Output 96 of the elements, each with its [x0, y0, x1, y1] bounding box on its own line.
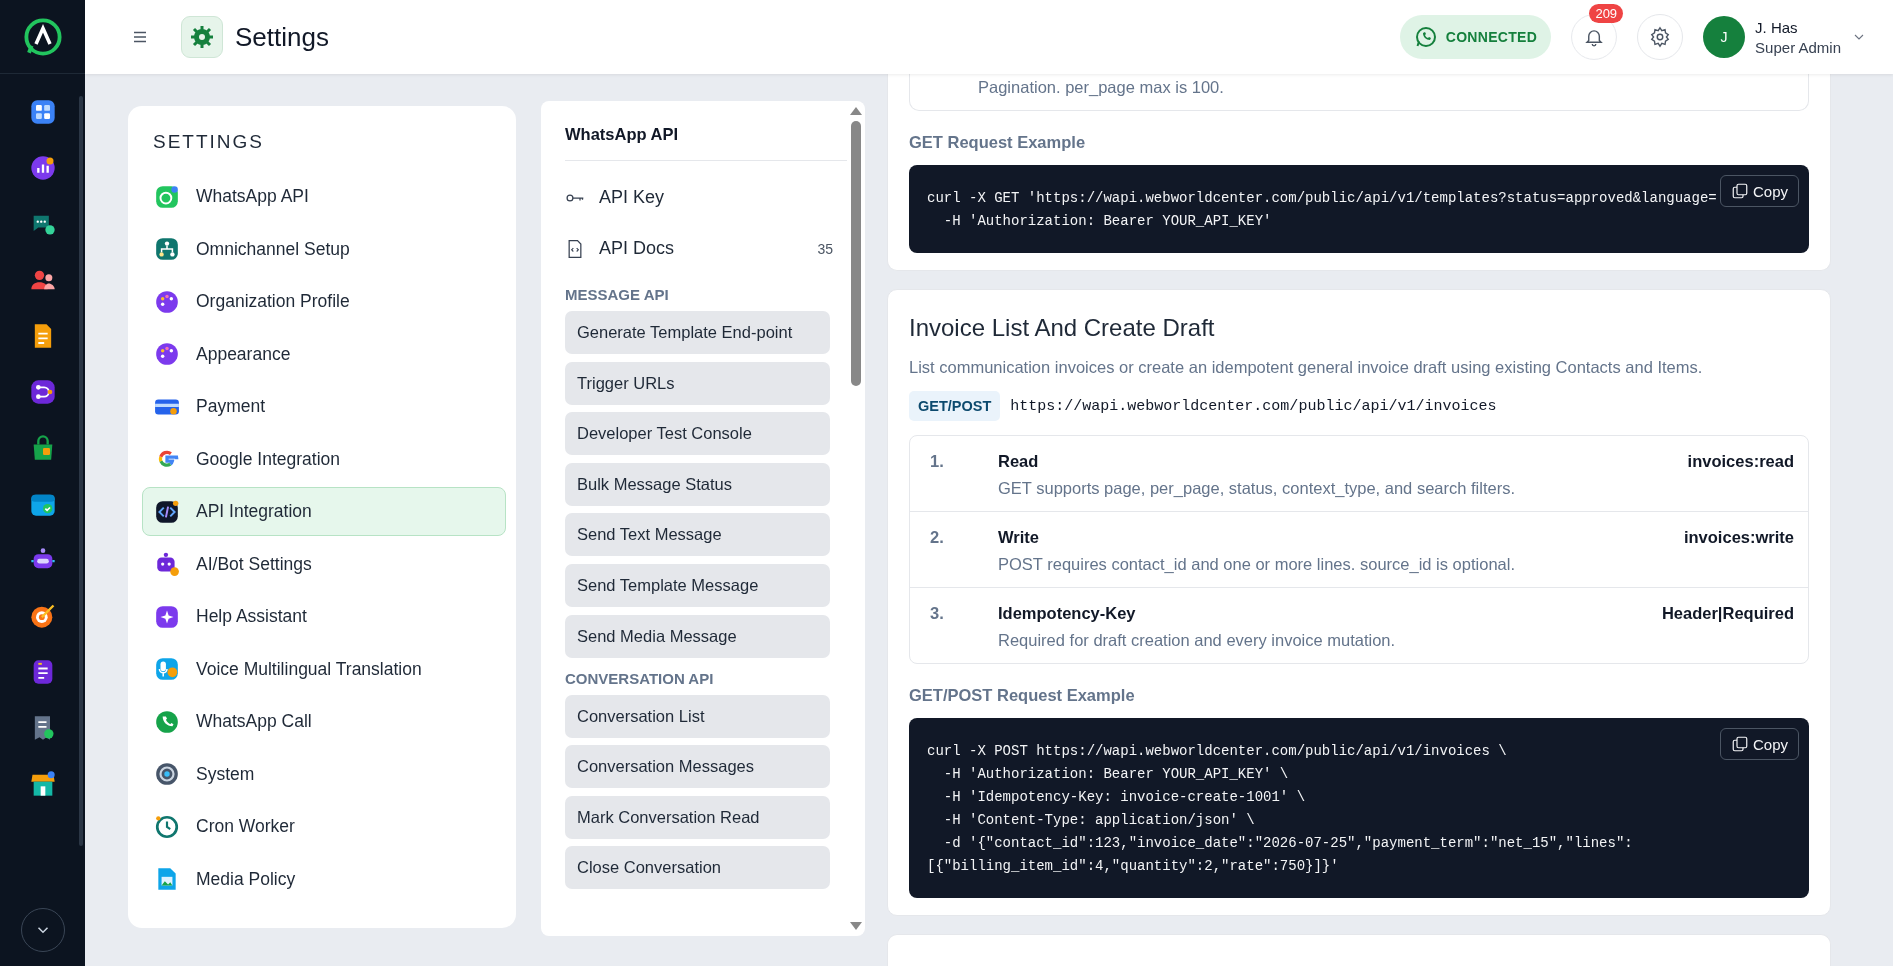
settings-menu-item[interactable]: Payment [142, 382, 506, 431]
parameter-note: Pagination. per_page max is 100. [909, 74, 1809, 111]
settings-menu-item[interactable]: Omnichannel Setup [142, 224, 506, 274]
method-badge: GET/POST [909, 391, 1001, 421]
notifications-button[interactable]: 209 [1571, 4, 1624, 60]
settings-menu-item[interactable]: System [142, 749, 506, 799]
sparkle-icon [154, 603, 180, 630]
whatsapp-icon [154, 183, 180, 210]
flow-icon [28, 378, 57, 406]
scroll-up-arrow[interactable] [850, 107, 862, 115]
rule-detail: GET supports page, per_page, status, context_type, and search filters. [998, 479, 1516, 498]
user-role: Super Admin [1755, 38, 1841, 56]
section-heading: CONVERSATION API [565, 669, 715, 687]
count-label: 35 [817, 240, 833, 257]
settings-menu-item[interactable]: Organization Profile [142, 277, 506, 326]
page-title: Settings [235, 21, 329, 53]
microphone-icon [154, 656, 180, 682]
section-heading: MESSAGE API [565, 286, 670, 303]
nav-link[interactable]: API Docs 35 [565, 223, 847, 274]
rule-detail: Required for draft creation and every invoice mutation. [998, 631, 1397, 650]
avatar: J [1703, 16, 1746, 58]
nav-link[interactable]: API Key [565, 172, 847, 223]
nav-item[interactable]: Mark Conversation Read [565, 795, 830, 839]
settings-menu-item[interactable]: WhatsApp Call [142, 697, 506, 746]
rule-number: 2. [930, 528, 945, 547]
code-line: -H 'Authorization: Bearer YOUR_API_KEY' [942, 212, 1272, 231]
rule-name: Write [998, 528, 1040, 547]
notification-count: 209 [1589, 4, 1624, 23]
rule-scope: invoices:read [1687, 452, 1794, 471]
logo-icon [21, 15, 64, 58]
user-menu[interactable]: J J. Has Super Admin [1703, 16, 1867, 58]
code-line: curl -X POST https://wapi.webworldcenter.com/public/api/v1/invoices \ [927, 742, 1507, 761]
code-line: curl -X GET 'https://wapi.webworldcenter.com/public/api/v1/templates?status=approved&language= [927, 189, 1717, 208]
code-line: -d '{"contact_id":123,"invoice_date":"2026-07-25","payment_term":"net_15","lines": [942, 834, 1633, 853]
palette-icon [154, 288, 180, 315]
network-icon [154, 236, 180, 262]
code-line: -H 'Authorization: Bearer YOUR_API_KEY' \ [942, 765, 1289, 784]
settings-menu-item[interactable]: API Integration [142, 487, 506, 536]
copy-icon [1730, 182, 1749, 200]
whatsapp-icon [1413, 25, 1438, 49]
code-line: -H 'Idempotency-Key: invoice-create-1001' \ [942, 788, 1306, 807]
chart-icon [28, 154, 57, 182]
settings-menu-item[interactable]: WhatsApp API [142, 172, 506, 221]
section-title: Invoice List And Create Draft [909, 314, 1216, 342]
scroll-down-arrow[interactable] [850, 922, 862, 930]
store-icon [28, 770, 57, 798]
phone-icon [154, 708, 180, 735]
code-line: [{"billing_item_id":4,"quantity":2,"rate":750}]}' [927, 857, 1339, 876]
scrollbar[interactable] [79, 96, 83, 846]
clock-icon [154, 813, 180, 840]
nav-item[interactable]: Developer Test Console [565, 412, 830, 456]
nav-item[interactable]: Conversation List [565, 694, 830, 738]
settings-button[interactable] [1637, 14, 1684, 60]
rule-detail: POST requires contact_id and one or more lines. source_id is optional. [998, 555, 1516, 574]
nav-item[interactable]: Close Conversation [565, 846, 830, 890]
rule-name: Idempotency-Key [998, 604, 1137, 623]
copy-icon [1730, 735, 1749, 753]
connection-status[interactable]: CONNECTED [1399, 15, 1552, 59]
gear-icon [154, 761, 180, 787]
settings-menu-item[interactable]: Voice Multilingual Translation [142, 644, 506, 694]
rule-name: Read [998, 452, 1040, 471]
settings-menu-item[interactable]: Media Policy [142, 854, 506, 904]
nav-item[interactable]: Generate Template End-point [565, 311, 830, 354]
settings-menu-item[interactable]: Appearance [142, 329, 506, 379]
settings-menu-item[interactable]: AI/Bot Settings [142, 539, 506, 589]
target-icon [28, 602, 57, 630]
rule-number: 3. [930, 604, 945, 623]
code-icon [154, 498, 180, 525]
code-line: -H 'Content-Type: application/json' \ [942, 811, 1255, 830]
rule-scope: invoices:write [1683, 528, 1794, 547]
gear-icon [190, 25, 214, 49]
settings-menu-item[interactable]: Cron Worker [142, 802, 506, 851]
example-label: GET/POST Request Example [909, 686, 1136, 705]
settings-icon [1649, 26, 1672, 48]
settings-menu-item[interactable]: Help Assistant [142, 592, 506, 641]
nav-item[interactable]: Bulk Message Status [565, 462, 830, 506]
nav-title: WhatsApp API [565, 101, 847, 161]
endpoint-url: https://wapi.webworldcenter.com/public/api/v1/invoices [1010, 397, 1497, 415]
scrollbar-thumb[interactable] [851, 121, 861, 386]
section-description: List communication invoices or create an idempotent general invoice draft using existing Contacts and Items. [909, 358, 1704, 377]
nav-item[interactable]: Conversation Messages [565, 745, 830, 789]
user-name: J. Has [1755, 18, 1799, 36]
nav-item[interactable]: Send Media Message [565, 614, 830, 658]
nav-item[interactable]: Send Text Message [565, 513, 830, 557]
palette-icon [154, 341, 180, 367]
dashboard-icon [28, 98, 57, 126]
rule-number: 1. [930, 452, 945, 471]
nav-item[interactable]: Send Template Message [565, 563, 830, 607]
nav-item[interactable]: Trigger URLs [565, 361, 830, 405]
copy-button[interactable]: Copy [1719, 175, 1799, 207]
example-label: GET Request Example [909, 133, 1087, 152]
robot-icon [154, 551, 180, 577]
copy-button[interactable]: Copy [1719, 728, 1799, 760]
panel-title: SETTINGS [153, 131, 265, 153]
settings-menu-item[interactable]: Google Integration [142, 434, 506, 484]
rule-scope: Header|Required [1661, 604, 1794, 623]
